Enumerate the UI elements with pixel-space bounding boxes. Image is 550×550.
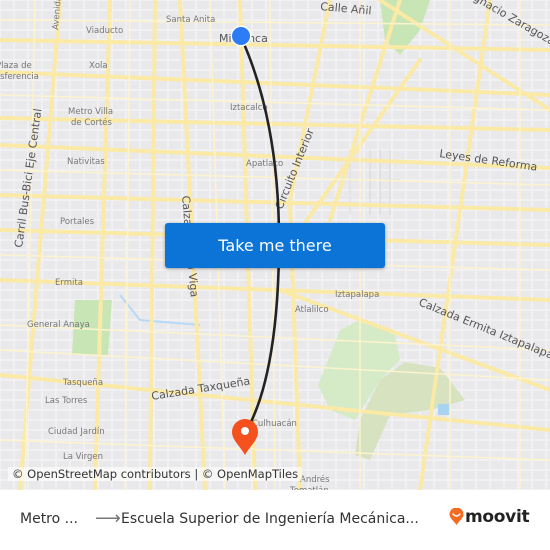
map-label: Metro Villa bbox=[68, 107, 113, 117]
map-label: Xola bbox=[89, 61, 108, 71]
footer-bar: Metro ... ⟶ Escuela Superior de Ingenier… bbox=[0, 490, 550, 550]
origin-name: Metro ... bbox=[20, 511, 78, 527]
map-label: Santa Anita bbox=[166, 15, 215, 25]
map-label: Transferencia bbox=[0, 72, 39, 82]
map-label: Nativitas bbox=[67, 157, 105, 167]
map-label: Iztacalco bbox=[230, 103, 268, 113]
map-label: Viaducto bbox=[86, 26, 123, 36]
map-label: de Cortés bbox=[71, 117, 113, 128]
map-label: Plaza de bbox=[0, 61, 32, 71]
map-attribution[interactable]: © OpenStreetMap contributors | © OpenMap… bbox=[8, 467, 303, 481]
take-me-there-button[interactable]: Take me there bbox=[165, 223, 385, 268]
moovit-pin-icon bbox=[449, 508, 464, 525]
map-label: Ciudad Jardín bbox=[48, 427, 105, 437]
map-label: General Anaya bbox=[27, 320, 90, 330]
map-label: Las Torres bbox=[45, 396, 88, 406]
moovit-logo[interactable]: moovit bbox=[449, 507, 530, 527]
map-label: Andrés bbox=[300, 474, 330, 485]
map-label: Ermita bbox=[55, 278, 83, 288]
destination-name: Escuela Superior de Ingeniería Mecánica.… bbox=[121, 511, 419, 527]
map-label: Tasqueña bbox=[62, 378, 103, 388]
origin-marker[interactable] bbox=[232, 27, 250, 45]
map-label: La Virgen bbox=[63, 452, 103, 462]
map-label: Iztapalapa bbox=[335, 290, 379, 300]
water-body bbox=[438, 404, 450, 415]
map-view[interactable]: Calle Añil Santa Anita Viaducto Avenida … bbox=[0, 0, 550, 490]
map-label: Atlalilco bbox=[295, 305, 329, 315]
map-label: Portales bbox=[60, 217, 95, 227]
brand-name: moovit bbox=[465, 507, 530, 527]
map-label: Culhuacán bbox=[252, 419, 297, 429]
arrow-right-icon: ⟶ bbox=[95, 508, 121, 529]
map-label: Apatlaco bbox=[246, 159, 283, 169]
